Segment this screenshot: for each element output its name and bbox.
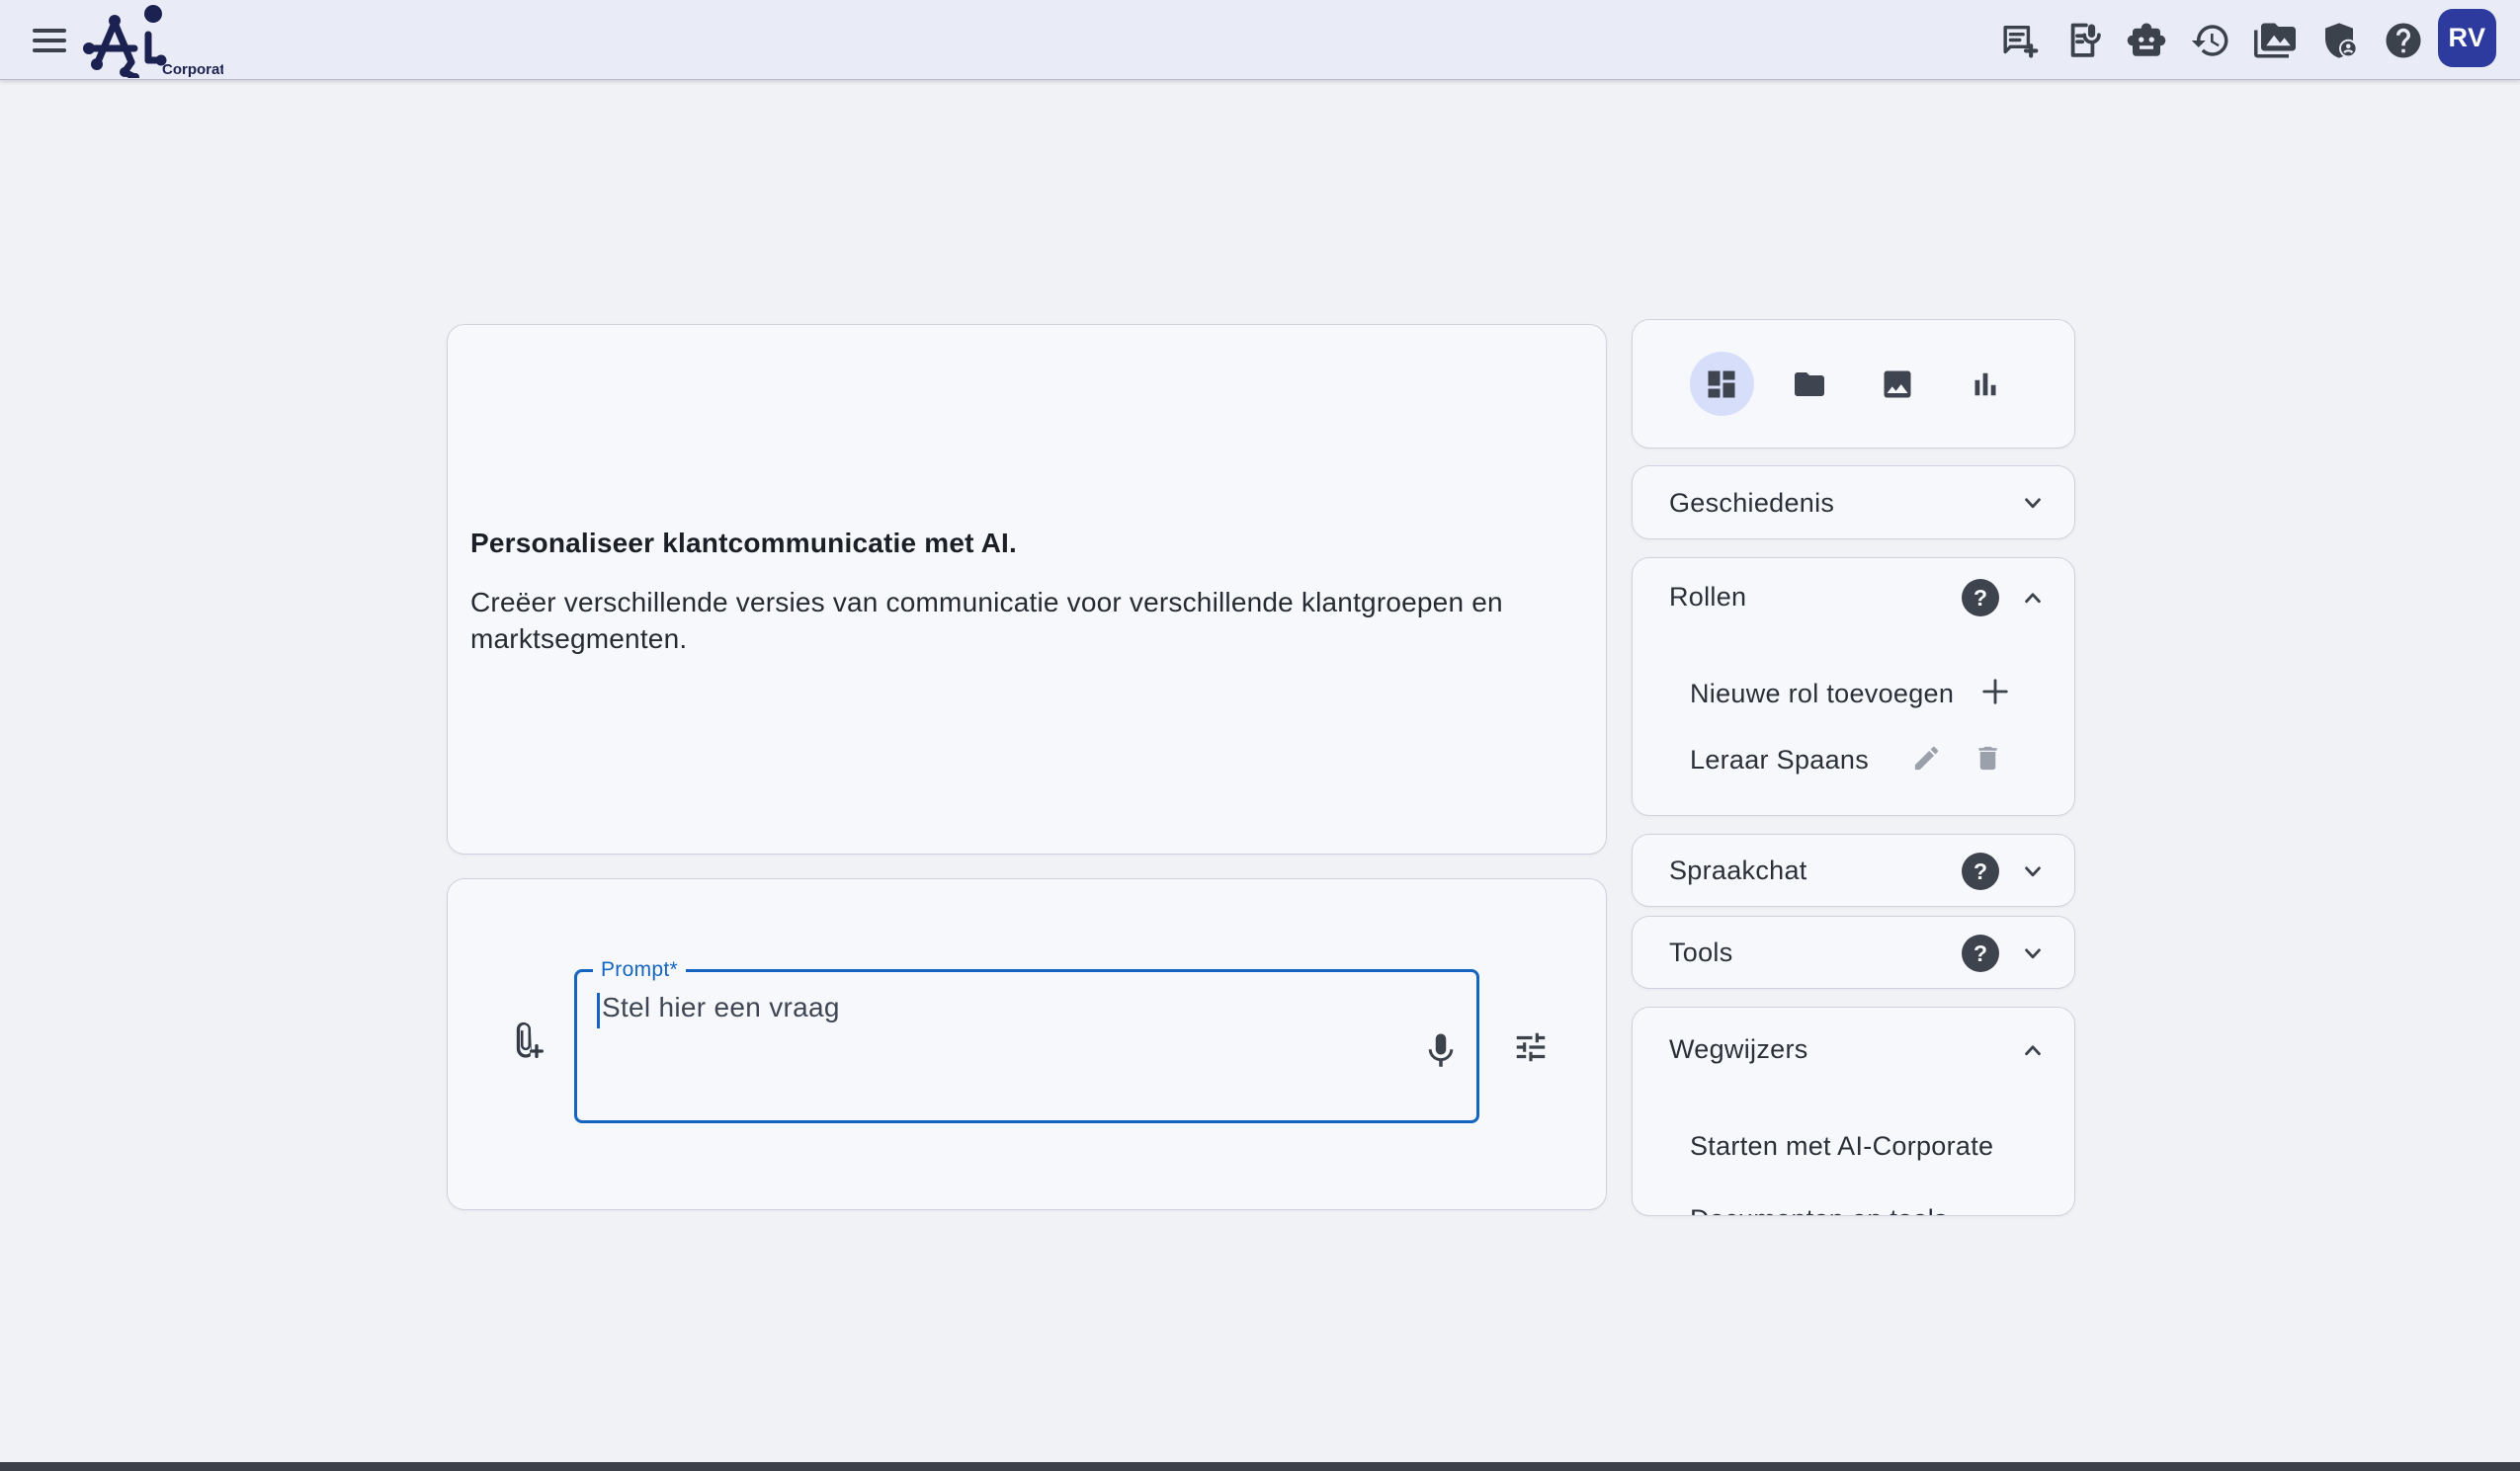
chevron-up-icon bbox=[2018, 583, 2048, 613]
voice-note-icon bbox=[2062, 20, 2103, 60]
bar-chart-icon bbox=[1968, 367, 2003, 402]
chevron-up-icon bbox=[2018, 1035, 2048, 1065]
window-bottom-edge bbox=[0, 1462, 2520, 1471]
section-label: Wegwijzers bbox=[1669, 1034, 1808, 1065]
collapse-button[interactable] bbox=[2013, 1030, 2053, 1070]
spraakchat-help-icon[interactable]: ? bbox=[1962, 853, 1999, 890]
guide-link-documenten[interactable]: Documenten en tools bbox=[1690, 1204, 1948, 1216]
tab-dashboard[interactable] bbox=[1690, 352, 1754, 416]
plus-icon bbox=[1977, 674, 2013, 709]
text-caret bbox=[597, 993, 600, 1028]
role-name-label: Leraar Spaans bbox=[1690, 745, 1869, 776]
chevron-down-icon bbox=[2018, 857, 2048, 886]
section-label: Rollen bbox=[1669, 582, 1746, 613]
media-gallery-icon bbox=[2254, 20, 2296, 61]
tab-folder[interactable] bbox=[1778, 352, 1842, 416]
new-chat-button[interactable] bbox=[1996, 19, 2040, 62]
microphone-button[interactable] bbox=[1415, 1025, 1467, 1077]
media-gallery-button[interactable] bbox=[2253, 19, 2297, 62]
help-button[interactable] bbox=[2382, 19, 2425, 62]
history-button[interactable] bbox=[2189, 19, 2232, 62]
intro-card: Personaliseer klantcommunicatie met AI. … bbox=[447, 324, 1607, 855]
tab-images[interactable] bbox=[1866, 352, 1930, 416]
top-bar: Ai Corporate bbox=[0, 0, 2520, 80]
hamburger-menu-button[interactable] bbox=[26, 18, 73, 63]
admin-shield-icon bbox=[2318, 20, 2360, 61]
prompt-settings-button[interactable] bbox=[1505, 1022, 1556, 1073]
expand-button[interactable] bbox=[2013, 934, 2053, 973]
attach-file-add-icon bbox=[506, 1022, 546, 1061]
image-icon bbox=[1880, 367, 1915, 402]
dashboard-icon bbox=[1704, 367, 1739, 402]
sidebar-tabs-card bbox=[1632, 319, 2075, 449]
section-label: Spraakchat bbox=[1669, 856, 1807, 886]
prompt-input[interactable] bbox=[577, 972, 1476, 1120]
assistant-bot-button[interactable] bbox=[2125, 19, 2168, 62]
section-label: Geschiedenis bbox=[1669, 488, 1834, 519]
guide-link-starten[interactable]: Starten met AI-Corporate bbox=[1690, 1131, 1993, 1162]
admin-shield-button[interactable] bbox=[2317, 19, 2361, 62]
section-label: Tools bbox=[1669, 938, 1733, 968]
logo-subtitle: Corporate bbox=[162, 61, 223, 78]
tab-statistics[interactable] bbox=[1954, 352, 2018, 416]
rollen-help-icon[interactable]: ? bbox=[1962, 579, 1999, 616]
trash-icon bbox=[1973, 743, 2003, 774]
delete-role-button[interactable] bbox=[1966, 736, 2009, 779]
intro-title: Personaliseer klantcommunicatie met AI. bbox=[470, 528, 1017, 559]
chevron-down-icon bbox=[2018, 939, 2048, 968]
section-geschiedenis[interactable]: Geschiedenis bbox=[1632, 465, 2075, 539]
add-role-button[interactable] bbox=[1974, 670, 2017, 713]
microphone-icon bbox=[1420, 1030, 1462, 1072]
add-role-label: Nieuwe rol toevoegen bbox=[1690, 679, 1954, 709]
section-rollen: Rollen ? Nieuwe rol toevoegen Leraar Spa… bbox=[1632, 557, 2075, 816]
expand-button[interactable] bbox=[2013, 483, 2053, 523]
topbar-actions bbox=[1996, 0, 2425, 80]
edit-pencil-icon bbox=[1911, 743, 1942, 774]
help-icon bbox=[2383, 20, 2424, 61]
tune-icon bbox=[1512, 1028, 1550, 1066]
history-icon bbox=[2190, 20, 2231, 61]
ai-logo-icon: Corporate bbox=[75, 3, 223, 78]
edit-role-button[interactable] bbox=[1904, 736, 1948, 779]
sidebar-tabs bbox=[1633, 320, 2074, 448]
prompt-card: Prompt* bbox=[447, 878, 1607, 1210]
expand-button[interactable] bbox=[2013, 852, 2053, 891]
section-spraakchat[interactable]: Spraakchat ? bbox=[1632, 834, 2075, 907]
app-logo[interactable]: Ai Corporate bbox=[75, 3, 223, 78]
folder-icon bbox=[1792, 367, 1827, 402]
voice-note-button[interactable] bbox=[2060, 19, 2104, 62]
user-avatar[interactable]: RV bbox=[2438, 9, 2496, 67]
tools-help-icon[interactable]: ? bbox=[1962, 935, 1999, 972]
intro-body: Creëer verschillende versies van communi… bbox=[470, 584, 1518, 657]
chevron-down-icon bbox=[2018, 488, 2048, 518]
attach-file-button[interactable] bbox=[500, 1016, 551, 1067]
hamburger-icon bbox=[33, 29, 66, 33]
section-tools[interactable]: Tools ? bbox=[1632, 916, 2075, 989]
prompt-field: Prompt* bbox=[574, 969, 1479, 1123]
assistant-bot-icon bbox=[2126, 20, 2167, 61]
collapse-button[interactable] bbox=[2013, 578, 2053, 617]
section-wegwijzers: Wegwijzers Starten met AI-Corporate Docu… bbox=[1632, 1007, 2075, 1216]
new-chat-icon bbox=[1998, 20, 2039, 60]
